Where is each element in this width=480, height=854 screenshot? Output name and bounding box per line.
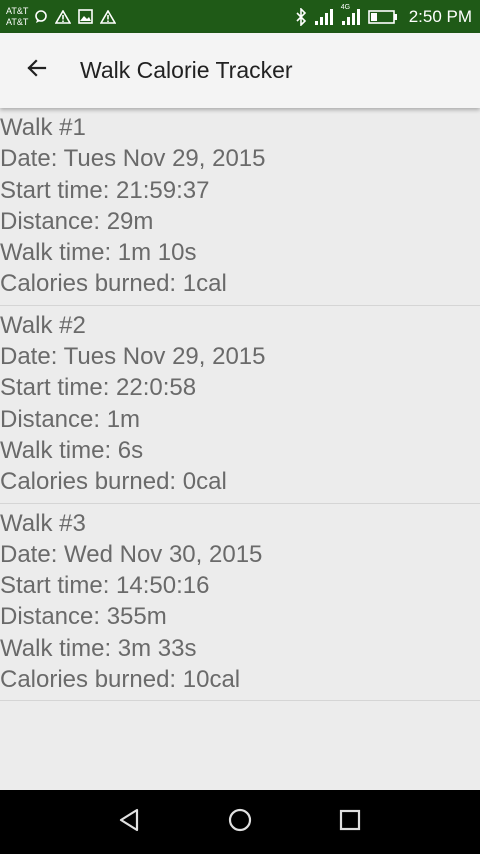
walk-date: Date: Tues Nov 29, 2015 [0, 343, 266, 371]
walk-start-time: Start time: 22:0:58 [0, 374, 197, 402]
app-bar: Walk Calorie Tracker [0, 33, 480, 108]
back-button[interactable] [0, 33, 74, 108]
nav-back-button[interactable] [105, 797, 155, 847]
walk-date: Date: Wed Nov 30, 2015 [0, 540, 263, 568]
walk-list: Walk #1 Date: Tues Nov 29, 2015 Start ti… [0, 108, 480, 790]
walk-title: Walk #2 [0, 311, 86, 339]
walk-start-time: Start time: 14:50:16 [0, 572, 210, 600]
status-right: 4G 2:50 PM [295, 0, 480, 33]
status-bar: AT&T AT&T 4G 2:50 PM [0, 0, 480, 33]
clock-time: 2:50 PM [408, 6, 472, 26]
list-item-walk-1[interactable]: Walk #1 Date: Tues Nov 29, 2015 Start ti… [0, 108, 480, 306]
walk-calories: Calories burned: 10cal [0, 666, 241, 694]
recents-square-icon [338, 808, 362, 837]
list-item-walk-2[interactable]: Walk #2 Date: Tues Nov 29, 2015 Start ti… [0, 306, 480, 504]
carrier-bottom: AT&T [6, 16, 29, 27]
bluetooth-icon [295, 7, 307, 26]
walk-title: Walk #1 [0, 114, 86, 141]
walk-distance: Distance: 29m [0, 207, 154, 235]
chat-icon [34, 9, 48, 24]
warning-icon-2 [100, 9, 117, 24]
nav-home-button[interactable] [215, 797, 265, 847]
walk-calories: Calories burned: 1cal [0, 270, 227, 298]
walk-distance: Distance: 1m [0, 405, 141, 433]
walk-start-time: Start time: 21:59:37 [0, 176, 210, 204]
page-title: Walk Calorie Tracker [80, 57, 293, 83]
walk-duration: Walk time: 1m 10s [0, 239, 197, 267]
network-label: 4G [340, 3, 351, 11]
image-icon [78, 9, 94, 24]
walk-duration: Walk time: 6s [0, 436, 144, 464]
list-item-walk-3[interactable]: Walk #3 Date: Wed Nov 30, 2015 Start tim… [0, 504, 480, 702]
walk-title: Walk #3 [0, 509, 86, 537]
signal-icon [314, 8, 334, 26]
status-left: AT&T AT&T [0, 0, 123, 33]
nav-recents-button[interactable] [325, 797, 375, 847]
warning-icon [55, 9, 72, 24]
arrow-back-icon [25, 56, 49, 85]
walk-duration: Walk time: 3m 33s [0, 634, 197, 662]
walk-calories: Calories burned: 0cal [0, 468, 227, 496]
battery-icon [367, 9, 398, 25]
home-circle-icon [227, 807, 253, 838]
system-nav-bar [0, 790, 480, 854]
carrier-top: AT&T [6, 5, 29, 16]
carrier-label: AT&T AT&T [6, 6, 28, 28]
walk-date: Date: Tues Nov 29, 2015 [0, 145, 266, 173]
back-triangle-icon [117, 807, 143, 838]
walk-distance: Distance: 355m [0, 603, 167, 631]
signal-4g-icon: 4G [341, 4, 361, 26]
